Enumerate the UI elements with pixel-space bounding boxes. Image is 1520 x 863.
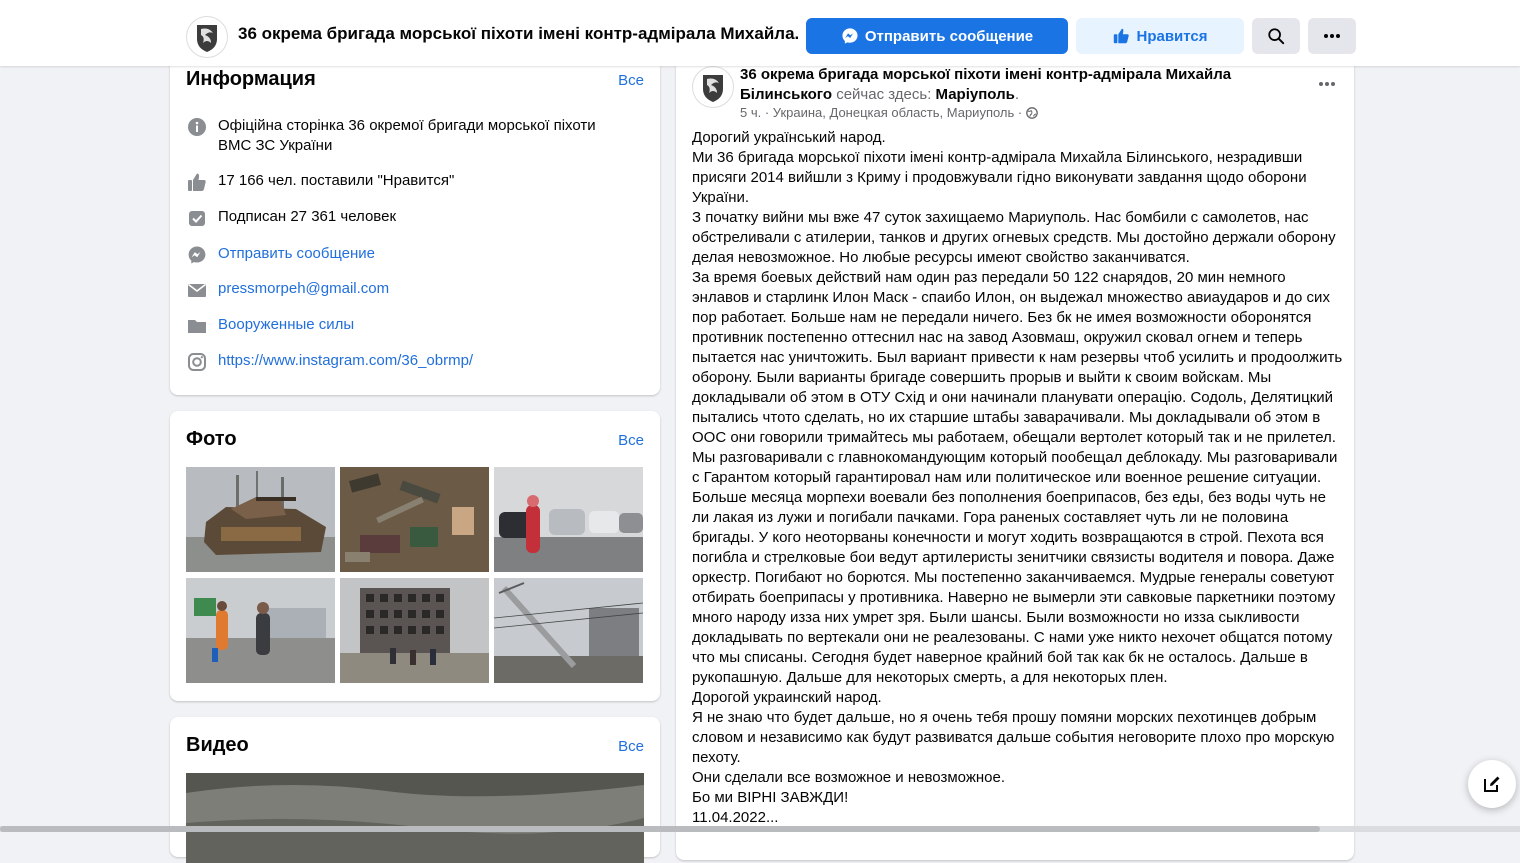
post-text: Дорогий український народ. Ми 36 бригада… — [692, 128, 1344, 828]
scrollbar-thumb[interactable] — [0, 826, 1320, 832]
send-message-button[interactable]: Отправить сообщение — [806, 18, 1068, 54]
info-likes-row: 17 166 чел. поставили "Нравится" — [186, 171, 454, 193]
send-message-link[interactable]: Отправить сообщение — [218, 244, 375, 264]
like-label: Нравится — [1136, 27, 1208, 45]
checkin-text: сейчас здесь: — [836, 86, 932, 103]
info-category-row[interactable]: Вооруженные силы — [186, 315, 354, 337]
category-folder-icon — [186, 315, 208, 337]
search-button[interactable] — [1252, 18, 1300, 54]
email-link[interactable]: pressmorpeh@gmail.com — [218, 279, 389, 299]
more-icon — [1324, 34, 1340, 38]
photo-thumbnail[interactable] — [186, 578, 335, 683]
photo-thumbnail[interactable] — [186, 467, 335, 572]
post-paragraph: Ми 36 бригада морської піхоти імені конт… — [692, 149, 1307, 206]
post-card: 36 окрема бригада морської піхоти імені … — [676, 40, 1354, 860]
more-options-button[interactable] — [1308, 18, 1356, 54]
post-meta: 5 ч. · Украина, Донецкая область, Мариуп… — [740, 105, 1039, 120]
likes-count: 17 166 чел. поставили "Нравится" — [218, 172, 455, 189]
brigade-emblem-icon — [197, 25, 217, 52]
photos-heading: Фото — [186, 428, 237, 450]
post-paragraph: Дорогий український народ. — [692, 129, 886, 146]
post-paragraph: 11.04.2022... — [692, 809, 779, 826]
thumbs-up-icon — [186, 171, 208, 193]
followers-check-icon — [186, 207, 208, 229]
horizontal-scrollbar[interactable] — [0, 826, 1520, 832]
photos-card: Фото Все — [170, 411, 660, 701]
post-timestamp-location[interactable]: 5 ч. · Украина, Донецкая область, Мариуп… — [740, 105, 1022, 120]
post-author-line: 36 окрема бригада морської піхоти імені … — [740, 65, 1260, 105]
search-icon — [1268, 28, 1285, 45]
checkin-place[interactable]: Маріуполь — [936, 86, 1015, 103]
info-instagram-row[interactable]: https://www.instagram.com/36_obrmp/ — [186, 351, 473, 373]
like-page-button[interactable]: Нравится — [1076, 18, 1244, 54]
followers-count: Подписан 27 361 человек — [218, 208, 397, 225]
send-message-label: Отправить сообщение — [864, 27, 1034, 45]
instagram-icon — [186, 351, 208, 373]
page-header-bar: 36 окрема бригада морської піхоти імені … — [0, 0, 1520, 66]
new-message-button[interactable] — [1468, 760, 1516, 808]
info-message-row[interactable]: Отправить сообщение — [186, 244, 375, 266]
post-options-button[interactable] — [1318, 70, 1336, 93]
brigade-emblem-icon — [703, 75, 723, 102]
post-paragraph: З початку вийни мы вже 47 суток захищаем… — [692, 209, 1336, 266]
info-followers-row: Подписан 27 361 человек — [186, 207, 396, 229]
photo-grid — [186, 467, 644, 685]
email-icon — [186, 279, 208, 301]
instagram-link[interactable]: https://www.instagram.com/36_obrmp/ — [218, 351, 473, 371]
post-paragraph: За время боевых действий нам один раз пе… — [692, 269, 1343, 686]
page-title[interactable]: 36 окрема бригада морської піхоти імені … — [238, 24, 798, 44]
post-paragraph: Дорогой украинский народ. — [692, 689, 882, 706]
info-heading: Информация — [186, 68, 316, 90]
more-icon — [1319, 82, 1335, 86]
info-icon — [186, 116, 208, 138]
info-description-row: Офіційна сторінка 36 окремої бригади мор… — [186, 116, 616, 156]
post-paragraph: Я не знаю что будет дальше, но я очень т… — [692, 709, 1335, 766]
category-link[interactable]: Вооруженные силы — [218, 315, 354, 335]
photo-thumbnail[interactable] — [340, 578, 489, 683]
post-author-avatar[interactable] — [692, 66, 734, 108]
photo-thumbnail[interactable] — [494, 578, 643, 683]
photo-thumbnail[interactable] — [340, 467, 489, 572]
info-card: Информация Все Офіційна сторінка 36 окре… — [170, 40, 660, 395]
messenger-icon — [186, 244, 208, 266]
photos-see-all-link[interactable]: Все — [618, 432, 644, 449]
post-paragraph: Они сделали все возможное и невозможное. — [692, 769, 1005, 786]
thumbs-up-icon — [1114, 28, 1130, 44]
checkin-period: . — [1014, 86, 1019, 103]
info-see-all-link[interactable]: Все — [618, 72, 644, 89]
messenger-icon — [842, 28, 858, 44]
info-email-row[interactable]: pressmorpeh@gmail.com — [186, 279, 389, 301]
page-avatar[interactable] — [186, 16, 228, 58]
photo-thumbnail[interactable] — [494, 467, 643, 572]
videos-heading: Видео — [186, 734, 249, 756]
compose-icon — [1484, 776, 1500, 792]
videos-see-all-link[interactable]: Все — [618, 738, 644, 755]
video-thumbnail[interactable] — [186, 773, 644, 863]
post-paragraph: Бо ми ВІРНІ ЗАВЖДИ! — [692, 789, 849, 806]
page-description: Офіційна сторінка 36 окремої бригади мор… — [218, 117, 596, 154]
globe-icon — [1026, 106, 1039, 119]
videos-card: Видео Все — [170, 717, 660, 863]
